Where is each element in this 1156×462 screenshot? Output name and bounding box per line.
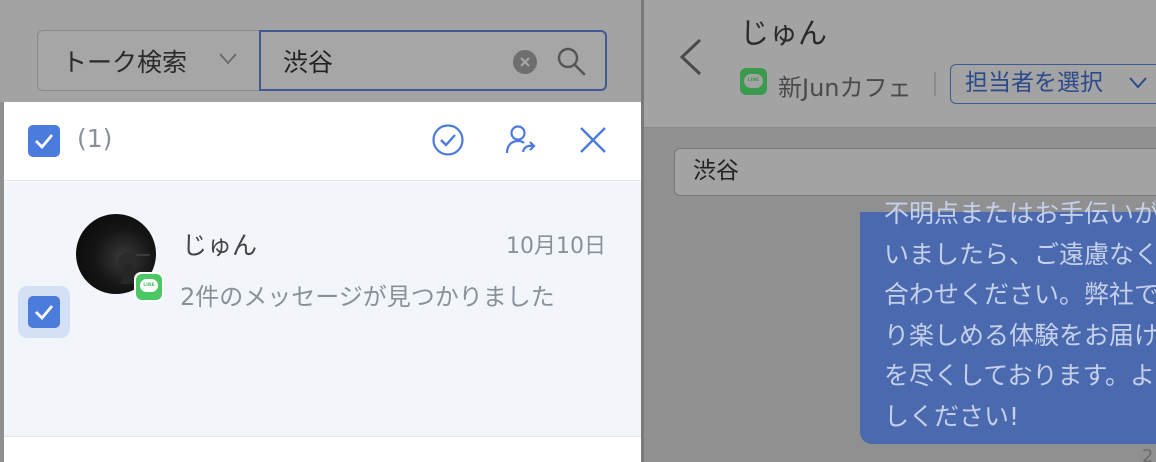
line-app-icon: LINE	[740, 68, 767, 95]
message-line: いましたら、ご遠慮なくお問い	[884, 239, 1156, 269]
checkmark-icon	[35, 134, 54, 149]
selection-toolbar: (1)	[4, 102, 641, 181]
search-query: 渋谷	[283, 47, 334, 77]
channel-name: 新Junカフェ	[778, 74, 912, 102]
message-meta: 2	[1142, 446, 1154, 462]
close-icon[interactable]	[578, 125, 608, 155]
result-date: 10月10日	[506, 234, 606, 259]
separator	[934, 72, 936, 96]
line-app-icon: LINE	[134, 272, 164, 302]
assign-user-icon[interactable]	[504, 123, 538, 157]
message-line: 合わせください。弊社で	[884, 280, 1156, 309]
message-search-input[interactable]: 渋谷	[674, 148, 1156, 196]
conversation-pane: じゅん LINE 新Junカフェ 担当者を選択 渋谷 不明点またはお手伝いが必要…	[644, 0, 1156, 462]
checkmark-icon	[35, 305, 54, 320]
result-summary: 2件のメッセージが見つかりました	[180, 283, 555, 311]
conversation-contact-name: じゅん	[740, 16, 828, 50]
message-line: を尽くしております。よろ	[884, 361, 1156, 390]
assignee-label: 担当者を選択	[965, 70, 1103, 96]
result-checkbox[interactable]	[28, 296, 60, 328]
contact-name: じゅん	[182, 231, 258, 260]
selected-count: (1)	[77, 124, 113, 153]
conversation-header: じゅん LINE 新Junカフェ 担当者を選択	[644, 0, 1156, 128]
message-search-query: 渋谷	[693, 158, 739, 184]
message-line: しください!	[884, 401, 1020, 431]
clear-icon[interactable]	[513, 50, 537, 74]
search-input[interactable]: 渋谷	[259, 30, 607, 91]
selection-panel: (1) LINE じゅん 10月10日 2件のメッセージが見つかりました	[4, 102, 641, 462]
back-icon[interactable]	[676, 38, 706, 76]
chevron-down-icon	[1129, 77, 1147, 89]
assignee-select[interactable]: 担当者を選択	[950, 64, 1156, 104]
talk-search-bar: トーク検索 渋谷	[0, 0, 641, 102]
select-all-checkbox[interactable]	[28, 125, 60, 157]
search-result-item[interactable]: LINE じゅん 10月10日 2件のメッセージが見つかりました	[4, 182, 641, 437]
check-circle-icon[interactable]	[431, 123, 465, 157]
message-line: 不明点またはお手伝いが必要な点がござ	[884, 199, 1156, 228]
chevron-down-icon	[219, 53, 237, 65]
message-line: り楽しめる体験をお届けする	[884, 320, 1156, 350]
search-type-label: トーク検索	[62, 47, 188, 77]
search-icon[interactable]	[555, 45, 587, 77]
message-text: 不明点またはお手伝いが必要な点がございましたら、ご遠慮なくお問い合わせください。…	[884, 194, 1156, 430]
search-type-select[interactable]: トーク検索	[37, 30, 259, 91]
